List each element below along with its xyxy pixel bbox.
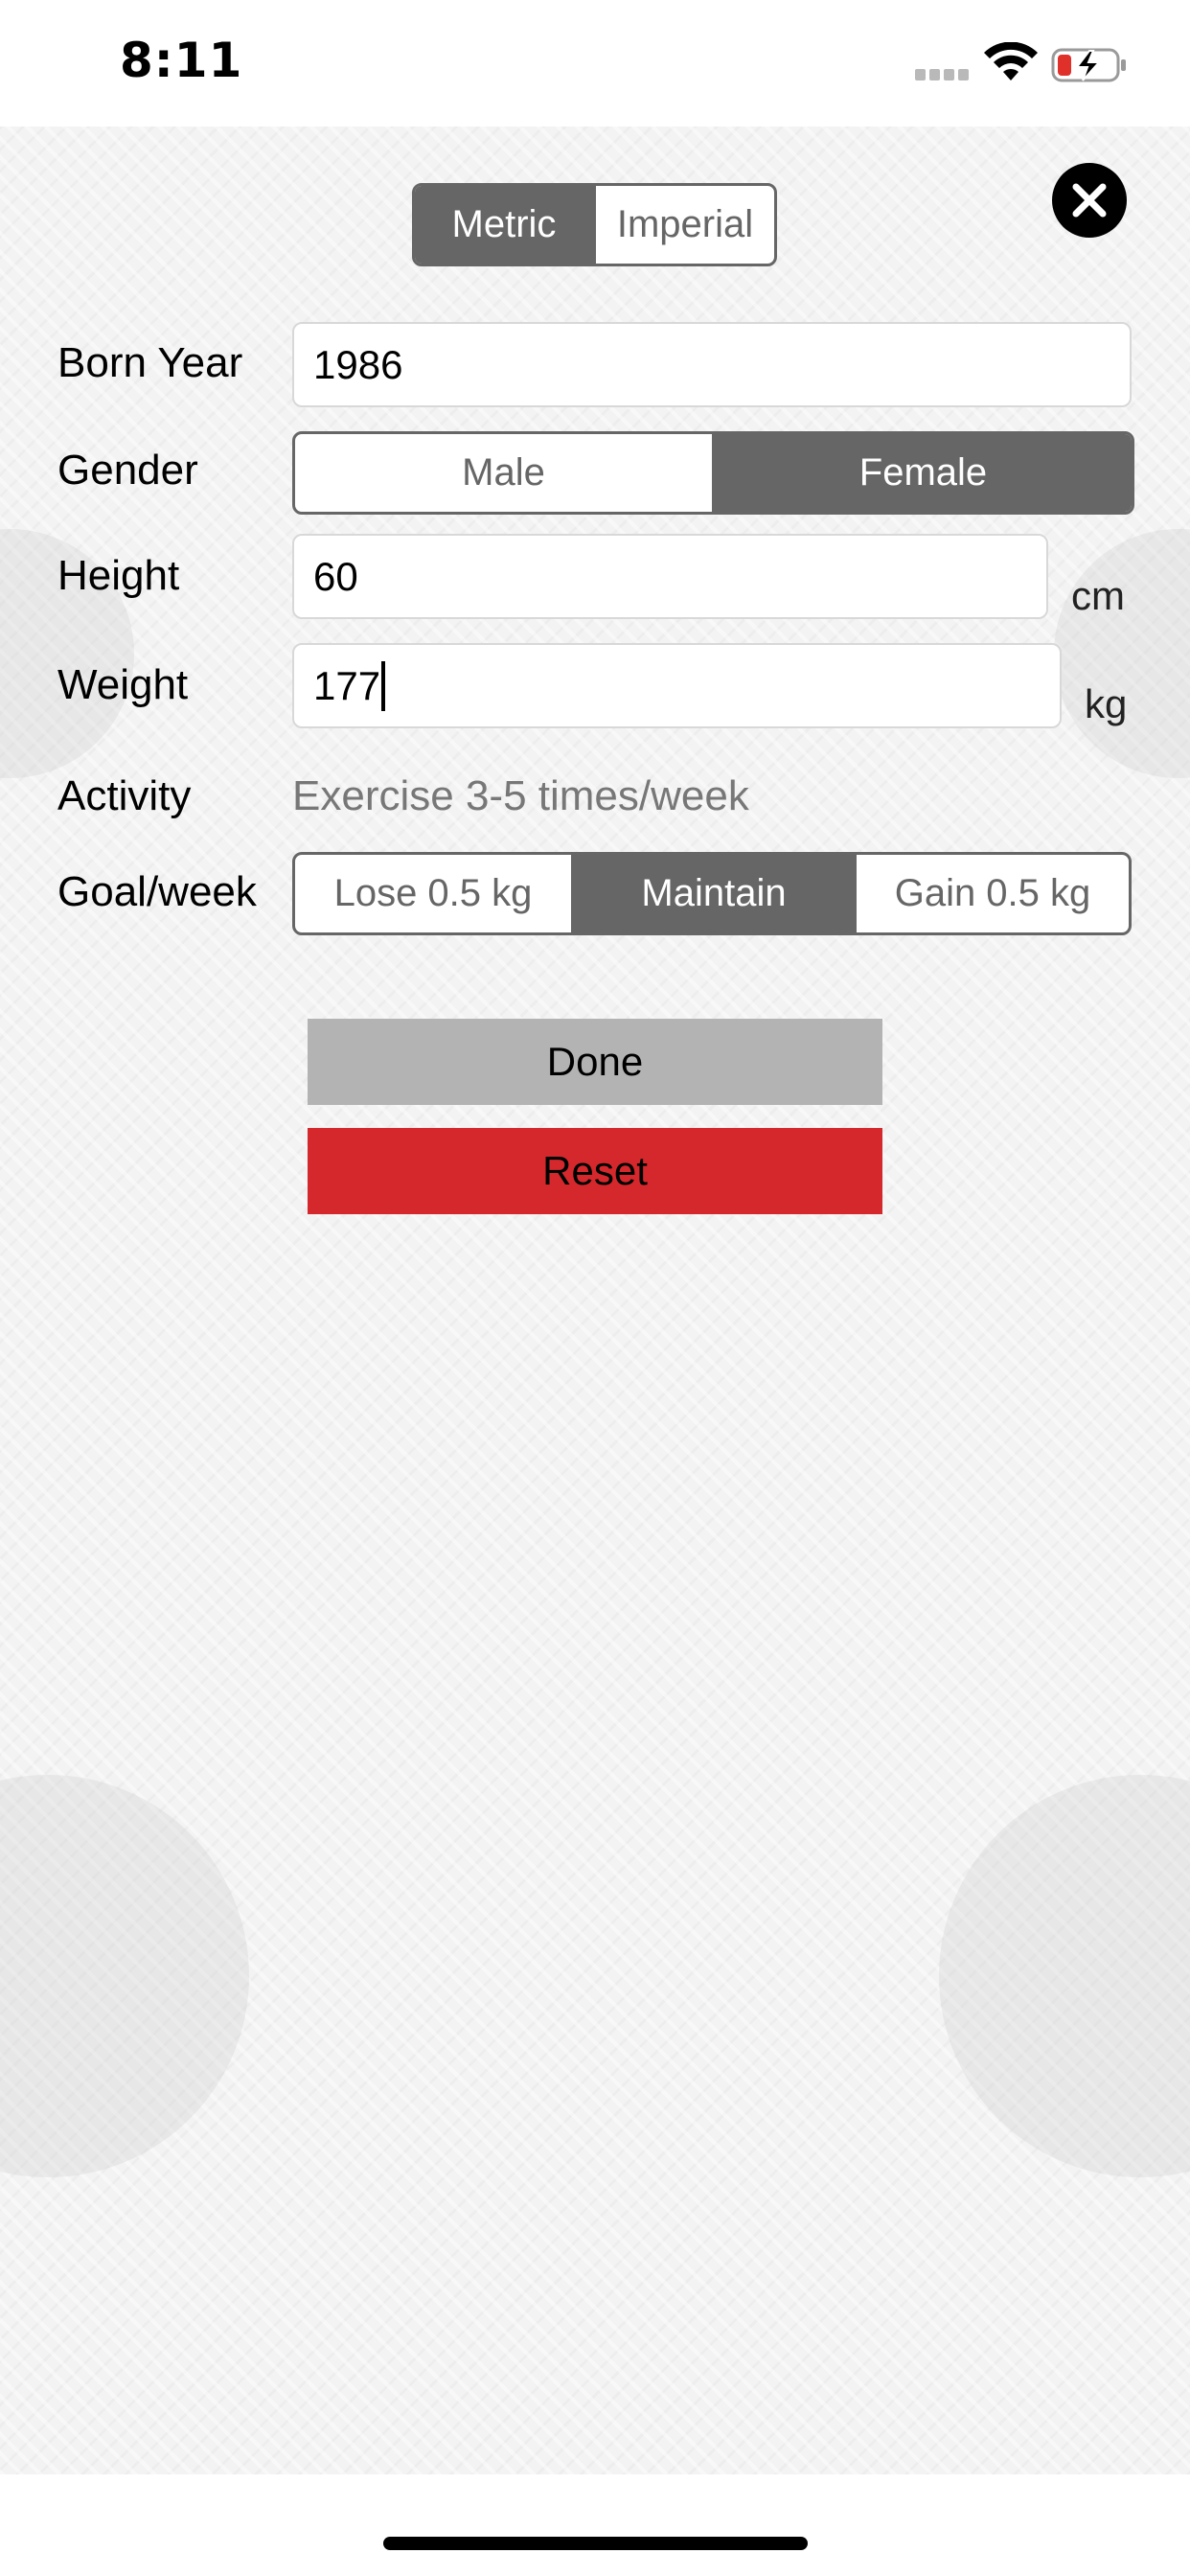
segment-imperial[interactable]: Imperial [593, 186, 774, 264]
status-bar: 8:11 [0, 0, 1190, 126]
text-cursor [381, 660, 386, 711]
close-icon [1072, 183, 1107, 218]
segment-maintain[interactable]: Maintain [571, 855, 854, 932]
home-indicator[interactable] [383, 2537, 808, 2550]
segment-female[interactable]: Female [712, 434, 1132, 512]
weight-value: 177 [313, 662, 381, 708]
height-unit: cm [1071, 573, 1125, 618]
gender-segmented-control[interactable]: Male Female [292, 431, 1134, 515]
weight-field[interactable]: 177 [292, 643, 1062, 728]
goal-label: Goal/week [57, 868, 257, 915]
segment-metric[interactable]: Metric [415, 186, 593, 264]
born-year-label: Born Year [57, 339, 243, 386]
cellular-signal-icon [915, 69, 971, 82]
status-time: 8:11 [120, 33, 243, 88]
close-button[interactable] [1052, 163, 1127, 238]
height-value: 60 [313, 553, 358, 599]
segment-lose[interactable]: Lose 0.5 kg [295, 855, 571, 932]
height-label: Height [57, 552, 180, 599]
height-field[interactable]: 60 [292, 534, 1048, 619]
weight-label: Weight [57, 661, 189, 708]
segment-gain[interactable]: Gain 0.5 kg [854, 855, 1129, 932]
done-button[interactable]: Done [308, 1019, 882, 1105]
weight-unit: kg [1085, 681, 1128, 726]
activity-label: Activity [57, 772, 192, 819]
born-year-value: 1986 [313, 341, 403, 387]
segment-male[interactable]: Male [295, 434, 712, 512]
born-year-field[interactable]: 1986 [292, 322, 1132, 407]
wifi-icon [984, 42, 1038, 80]
reset-button[interactable]: Reset [308, 1128, 882, 1214]
units-segmented-control[interactable]: Metric Imperial [412, 183, 777, 266]
gender-label: Gender [57, 447, 198, 494]
activity-selector[interactable]: Exercise 3-5 times/week [292, 772, 749, 820]
goal-segmented-control[interactable]: Lose 0.5 kg Maintain Gain 0.5 kg [292, 852, 1132, 935]
battery-charging-icon [1051, 48, 1126, 82]
home-indicator-area [0, 2474, 1190, 2576]
